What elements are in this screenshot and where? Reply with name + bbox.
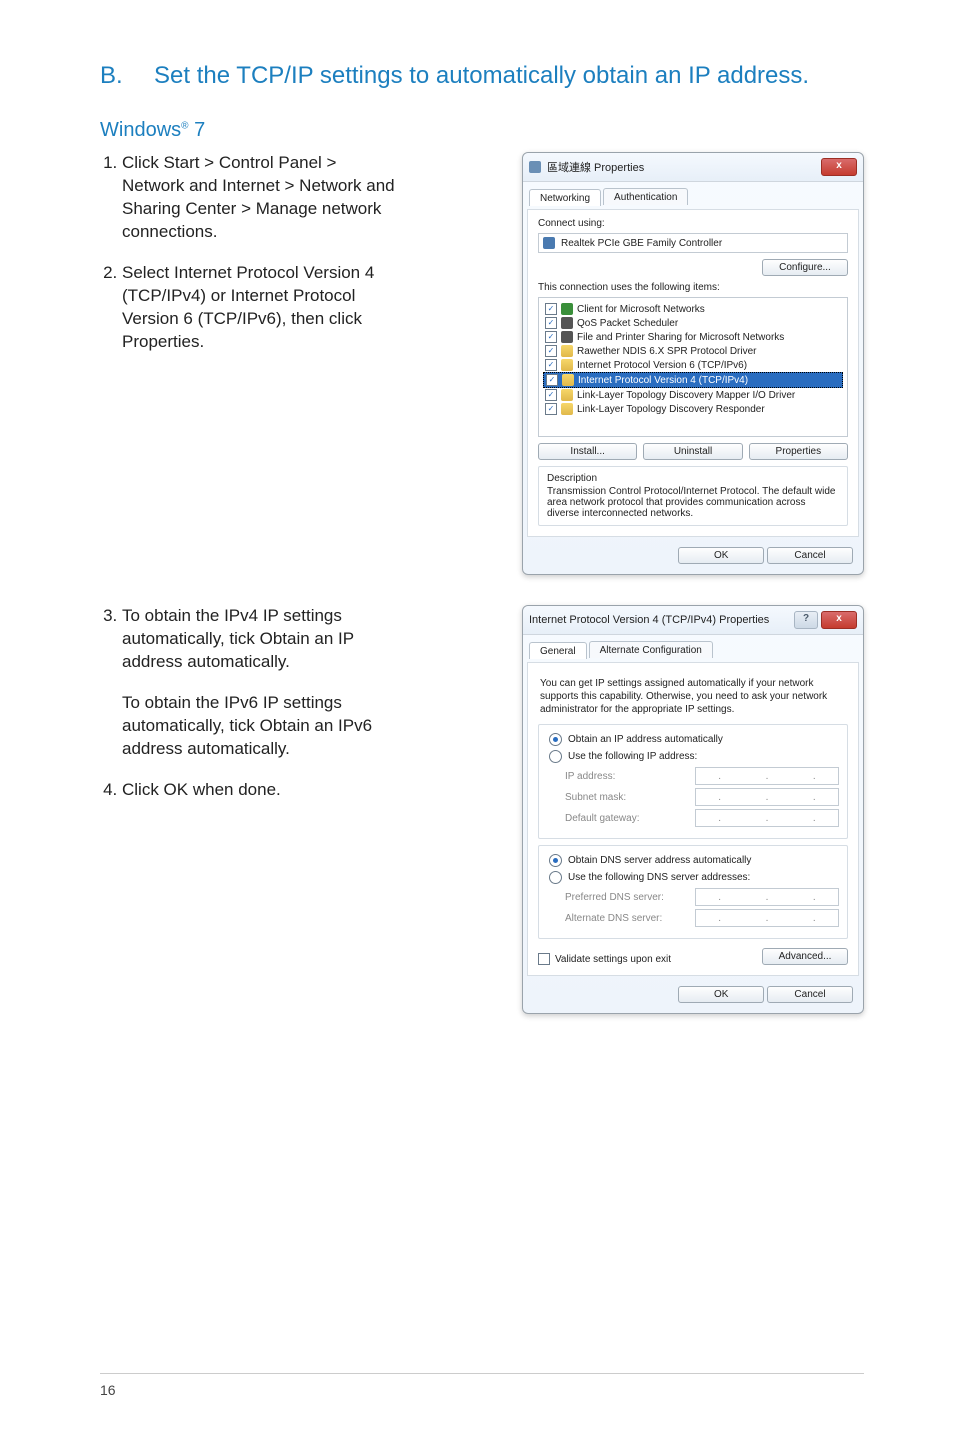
radio-obtain-ip[interactable] [549, 733, 562, 746]
description-text: Transmission Control Protocol/Internet P… [547, 486, 839, 519]
pref-dns-field: ... [695, 888, 839, 906]
adapter-icon [543, 237, 555, 249]
ok-button[interactable]: OK [678, 547, 764, 564]
advanced-button[interactable]: Advanced... [762, 948, 848, 965]
item-7: Link-Layer Topology Discovery Responder [577, 404, 765, 415]
checkbox-icon[interactable] [545, 303, 557, 315]
page-number: 16 [0, 1374, 954, 1398]
description-label: Description [547, 473, 839, 484]
radio-use-dns[interactable] [549, 871, 562, 884]
item-6: Link-Layer Topology Discovery Mapper I/O… [577, 390, 795, 401]
subnet-field: ... [695, 788, 839, 806]
step-3b: To obtain the IPv6 IP settings automatic… [122, 692, 400, 761]
tab-authentication[interactable]: Authentication [603, 188, 688, 205]
protocol-icon [561, 403, 573, 415]
configure-button[interactable]: Configure... [762, 259, 848, 276]
item-4: Internet Protocol Version 6 (TCP/IPv6) [577, 360, 747, 371]
step-2: Select Internet Protocol Version 4 (TCP/… [122, 262, 400, 354]
gateway-label: Default gateway: [565, 813, 695, 824]
item-0: Client for Microsoft Networks [577, 304, 705, 315]
checkbox-icon[interactable] [545, 389, 557, 401]
checkbox-icon[interactable] [545, 317, 557, 329]
tab-networking[interactable]: Networking [529, 189, 601, 206]
cancel-button[interactable]: Cancel [767, 986, 853, 1003]
section-letter: B. [100, 60, 154, 91]
sub-heading: Windows® 7 [100, 119, 864, 142]
radio-obtain-dns[interactable] [549, 854, 562, 867]
adapter-field: Realtek PCIe GBE Family Controller [538, 233, 848, 253]
steps-list-1: Click Start > Control Panel > Network an… [100, 152, 400, 354]
steps-list-3: Click OK when done. [100, 779, 400, 802]
protocol-icon [561, 389, 573, 401]
step-4: Click OK when done. [122, 779, 400, 802]
section-heading: B. Set the TCP/IP settings to automatica… [100, 60, 864, 91]
subnet-label: Subnet mask: [565, 792, 695, 803]
dialog-icon [529, 161, 541, 173]
ok-button[interactable]: OK [678, 986, 764, 1003]
cancel-button[interactable]: Cancel [767, 547, 853, 564]
radio-obtain-ip-label: Obtain an IP address automatically [568, 734, 723, 745]
client-icon [561, 303, 573, 315]
scheduler-icon [561, 317, 573, 329]
steps-list-2: To obtain the IPv4 IP settings automatic… [100, 605, 400, 674]
checkbox-icon[interactable] [546, 374, 558, 386]
checkbox-icon[interactable] [545, 403, 557, 415]
radio-use-ip[interactable] [549, 750, 562, 763]
gateway-field: ... [695, 809, 839, 827]
pref-dns-label: Preferred DNS server: [565, 892, 695, 903]
info-text: You can get IP settings assigned automat… [540, 677, 846, 716]
protocol-icon [561, 345, 573, 357]
radio-use-dns-label: Use the following DNS server addresses: [568, 872, 750, 883]
adapter-name: Realtek PCIe GBE Family Controller [561, 238, 722, 249]
os-version: 7 [189, 119, 206, 141]
dialog2-title: Internet Protocol Version 4 (TCP/IPv4) P… [529, 614, 769, 626]
uses-label: This connection uses the following items… [538, 282, 848, 293]
section-title: Set the TCP/IP settings to automatically… [154, 60, 809, 91]
connection-items-list[interactable]: Client for Microsoft Networks QoS Packet… [538, 297, 848, 437]
checkbox-icon[interactable] [545, 331, 557, 343]
uninstall-button[interactable]: Uninstall [643, 443, 742, 460]
reg-mark: ® [181, 121, 188, 132]
validate-checkbox[interactable] [538, 953, 550, 965]
checkbox-icon[interactable] [545, 359, 557, 371]
tab-alternate[interactable]: Alternate Configuration [589, 641, 713, 658]
close-icon[interactable]: x [821, 611, 857, 629]
protocol-icon [561, 359, 573, 371]
radio-use-ip-label: Use the following IP address: [568, 751, 697, 762]
dialog-ipv4-properties: Internet Protocol Version 4 (TCP/IPv4) P… [522, 605, 864, 1014]
ip-address-field: ... [695, 767, 839, 785]
tab-general[interactable]: General [529, 642, 587, 659]
help-icon[interactable]: ? [794, 611, 818, 629]
item-5: Internet Protocol Version 4 (TCP/IPv4) [578, 375, 748, 386]
dialog-connection-properties: 區域連線 Properties x Networking Authenticat… [522, 152, 864, 575]
os-name: Windows [100, 119, 181, 141]
validate-label: Validate settings upon exit [555, 954, 671, 965]
item-1: QoS Packet Scheduler [577, 318, 678, 329]
close-icon[interactable]: x [821, 158, 857, 176]
connect-using-label: Connect using: [538, 218, 848, 229]
alt-dns-field: ... [695, 909, 839, 927]
alt-dns-label: Alternate DNS server: [565, 913, 695, 924]
step-1: Click Start > Control Panel > Network an… [122, 152, 400, 244]
dialog1-title: 區域連線 Properties [547, 159, 644, 175]
install-button[interactable]: Install... [538, 443, 637, 460]
properties-button[interactable]: Properties [749, 443, 848, 460]
fileshare-icon [561, 331, 573, 343]
step-3: To obtain the IPv4 IP settings automatic… [122, 605, 400, 674]
protocol-icon [562, 374, 574, 386]
checkbox-icon[interactable] [545, 345, 557, 357]
item-3: Rawether NDIS 6.X SPR Protocol Driver [577, 346, 757, 357]
ip-address-label: IP address: [565, 771, 695, 782]
radio-obtain-dns-label: Obtain DNS server address automatically [568, 855, 751, 866]
item-2: File and Printer Sharing for Microsoft N… [577, 332, 784, 343]
